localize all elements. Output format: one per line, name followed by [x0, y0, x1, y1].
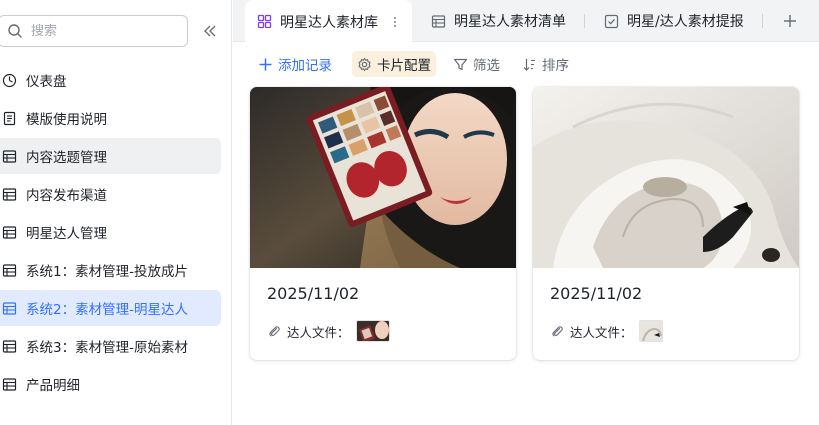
view-tabbar: 明星达人素材库 明星达人素材清单 明星/达人素材提报 — [233, 0, 819, 43]
sidebar-item-system-1[interactable]: 系统1：素材管理-投放成片 — [0, 252, 221, 288]
filter-icon — [453, 58, 468, 70]
plus-icon — [259, 58, 272, 70]
tab-more-icon[interactable] — [390, 14, 400, 30]
search-box[interactable] — [0, 15, 188, 47]
card-field-files: 达人文件： — [550, 320, 663, 342]
form-view-icon — [604, 14, 619, 28]
sidebar-item-label: 内容选题管理 — [26, 150, 107, 166]
card-date: 2025/11/02 — [267, 284, 360, 303]
card-cover-image — [250, 87, 516, 268]
tab-label: 明星达人素材清单 — [454, 14, 566, 30]
table-icon — [2, 377, 17, 391]
sidebar-item-system-3[interactable]: 系统3：素材管理-原始素材 — [0, 328, 221, 364]
sidebar-item-celebrity-management[interactable]: 明星达人管理 — [0, 214, 221, 250]
sidebar-item-content-topics[interactable]: 内容选题管理 — [0, 138, 221, 174]
doc-icon — [3, 111, 16, 125]
view-toolbar: 添加记录 卡片配置 筛选 排序 — [233, 48, 819, 78]
table-icon — [2, 339, 17, 353]
sidebar-item-label: 仪表盘 — [26, 74, 67, 90]
sidebar-nav: 仪表盘 模版使用说明 内容选题管理 内容发布渠道 明星达人管理 系统1：素材管理… — [0, 62, 232, 404]
tab-separator — [584, 14, 585, 28]
gallery-card[interactable]: 2025/11/02 达人文件： — [533, 87, 799, 360]
add-record-button[interactable]: 添加记录 — [253, 51, 337, 77]
add-record-label: 添加记录 — [278, 58, 332, 74]
sidebar-item-label: 明星达人管理 — [26, 226, 107, 242]
collapse-sidebar-button[interactable] — [200, 21, 220, 41]
search-input[interactable] — [31, 23, 171, 39]
add-view-button[interactable] — [780, 11, 800, 31]
tab-form-view[interactable]: 明星/达人素材提报 — [604, 0, 744, 42]
sidebar-item-label: 产品明细 — [26, 378, 80, 394]
main-area: 明星达人素材库 明星达人素材清单 明星/达人素材提报 添加记录 卡片配置 筛选 … — [233, 0, 819, 425]
table-icon — [2, 263, 17, 277]
attachment-thumbnail[interactable] — [638, 320, 663, 342]
table-icon — [2, 187, 17, 201]
attachment-thumbnail[interactable] — [355, 320, 390, 342]
double-chevron-left-icon — [204, 25, 216, 37]
sidebar-item-dashboard[interactable]: 仪表盘 — [0, 62, 221, 98]
field-label: 达人文件： — [287, 324, 350, 340]
card-config-button[interactable]: 卡片配置 — [352, 51, 436, 77]
paperclip-icon — [269, 326, 280, 337]
sidebar-item-template-guide[interactable]: 模版使用说明 — [0, 100, 221, 136]
grid-view-icon — [431, 14, 446, 28]
gallery-card[interactable]: 2025/11/02 达人文件： — [250, 87, 516, 360]
tab-grid-view[interactable]: 明星达人素材清单 — [431, 0, 566, 42]
table-icon — [2, 149, 17, 163]
sidebar-item-publish-channels[interactable]: 内容发布渠道 — [0, 176, 221, 212]
sidebar-item-label: 内容发布渠道 — [26, 188, 107, 204]
sort-icon — [523, 58, 535, 71]
paperclip-icon — [552, 326, 563, 337]
field-label: 达人文件： — [570, 324, 633, 340]
sort-label: 排序 — [542, 58, 569, 74]
table-icon — [2, 301, 17, 315]
card-config-label: 卡片配置 — [377, 58, 431, 74]
table-icon — [2, 225, 17, 239]
card-field-files: 达人文件： — [267, 320, 390, 342]
sidebar-item-product-details[interactable]: 产品明细 — [0, 366, 221, 402]
gear-icon — [358, 57, 371, 71]
search-icon — [8, 24, 22, 38]
gallery-view-icon — [257, 14, 272, 29]
dashboard-icon — [2, 73, 17, 87]
tab-separator — [762, 14, 763, 28]
filter-button[interactable]: 筛选 — [448, 51, 505, 77]
tab-label: 明星达人素材库 — [280, 14, 378, 31]
filter-label: 筛选 — [473, 58, 500, 74]
plus-icon — [784, 15, 796, 27]
sidebar-item-system-2[interactable]: 系统2：素材管理-明星达人 — [0, 290, 221, 326]
card-date: 2025/11/02 — [550, 284, 643, 303]
sidebar-item-label: 系统1：素材管理-投放成片 — [26, 264, 188, 280]
sidebar: 仪表盘 模版使用说明 内容选题管理 内容发布渠道 明星达人管理 系统1：素材管理… — [0, 0, 232, 425]
sidebar-item-label: 模版使用说明 — [26, 112, 107, 128]
sort-button[interactable]: 排序 — [517, 51, 574, 77]
sidebar-item-label: 系统3：素材管理-原始素材 — [26, 340, 188, 356]
card-cover-image — [533, 87, 799, 268]
sidebar-item-label: 系统2：素材管理-明星达人 — [26, 302, 188, 318]
tab-gallery-view[interactable]: 明星达人素材库 — [245, 0, 412, 43]
tab-label: 明星/达人素材提报 — [627, 14, 744, 30]
